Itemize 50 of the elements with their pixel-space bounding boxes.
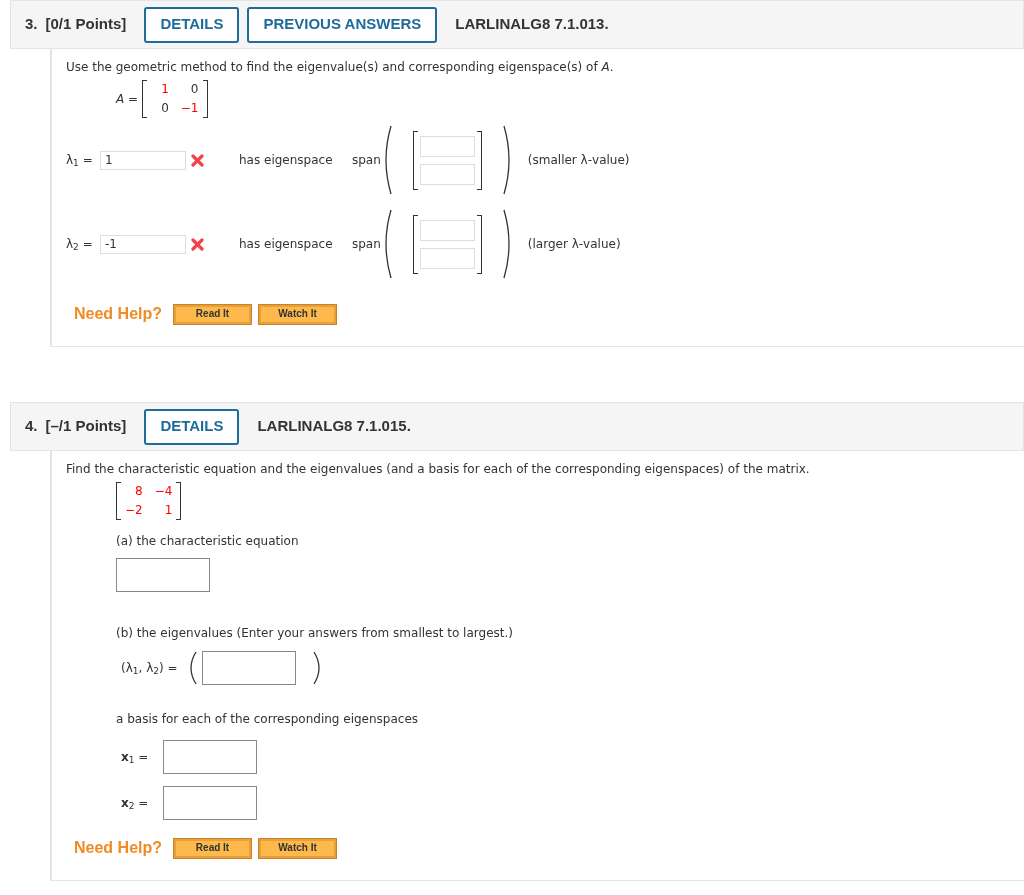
matrix-entry: −4 (154, 483, 173, 500)
part-text: (b) the eigenvalues (Enter your answers from smallest to largest.) (115, 625, 514, 642)
answer-field[interactable]: 1 (100, 150, 186, 170)
points-text: [–/1 Points] (45, 416, 127, 437)
answer-field[interactable]: -1 (100, 234, 186, 254)
span-text: span (352, 236, 381, 253)
part-text: a basis for each of the corresponding eigenspaces (115, 711, 420, 728)
eigenspace-text: has eigenspace (239, 152, 334, 169)
problem-prompt: Find the characteristic equation and the eigenvalues (and a basis for each of the corresponding eigenspaces) of the matrix. (66, 461, 811, 478)
help-button[interactable]: Read It (174, 304, 251, 324)
lambda-label: λ$_{1}$ = (66, 152, 94, 169)
matrix-label: A = (116, 91, 139, 108)
matrix-entry: 1 (160, 81, 169, 98)
problem-number: 3. (25, 14, 38, 35)
answer-field[interactable] (163, 740, 257, 774)
matrix-entry: 8 (134, 483, 143, 500)
input-field[interactable] (419, 219, 475, 241)
input-field[interactable] (419, 163, 475, 185)
need-help-text: Need Help? (74, 838, 162, 858)
note-text: (smaller λ-value) (527, 152, 630, 169)
help-button[interactable]: Read It (174, 838, 251, 858)
note-text: (larger λ-value) (527, 236, 621, 253)
answer-field[interactable] (116, 558, 210, 592)
matrix-entry: 0 (160, 100, 169, 117)
input-field[interactable] (419, 135, 475, 157)
problem-prompt: Use the geometric method to find the eigenvalue(s) and corresponding eigenspace(s) of A. (66, 59, 615, 76)
header-button[interactable]: PREVIOUS ANSWERS (247, 6, 438, 43)
help-button[interactable]: Watch It (259, 304, 336, 324)
eigenspace-text: has eigenspace (239, 236, 334, 253)
vector-label: x$_{2}$ = (121, 795, 150, 812)
problem-number: 4. (25, 416, 38, 437)
matrix-entry: −1 (180, 100, 199, 117)
header-button[interactable]: DETAILS (144, 408, 240, 445)
vector-label: x$_{1}$ = (121, 749, 150, 766)
answer-field[interactable] (163, 786, 257, 820)
lambda-label: λ$_{2}$ = (66, 236, 94, 253)
header-button[interactable]: DETAILS (144, 6, 240, 43)
problem-code: LARLINALG8 7.1.015. (257, 416, 411, 437)
span-text: span (352, 152, 381, 169)
matrix-entry: 1 (163, 502, 173, 519)
part-text: (a) the characteristic equation (115, 533, 300, 550)
matrix-entry: −2 (125, 502, 143, 519)
answer-field[interactable] (201, 651, 296, 685)
input-field[interactable] (419, 247, 475, 269)
lambda-label: (λ$_{1}$, λ$_{2}$) = (121, 660, 178, 677)
matrix-entry: 0 (189, 81, 199, 98)
problem-code: LARLINALG8 7.1.013. (455, 14, 609, 35)
help-button[interactable]: Watch It (259, 838, 336, 858)
need-help-text: Need Help? (74, 304, 162, 324)
points-text: [0/1 Points] (45, 14, 127, 35)
